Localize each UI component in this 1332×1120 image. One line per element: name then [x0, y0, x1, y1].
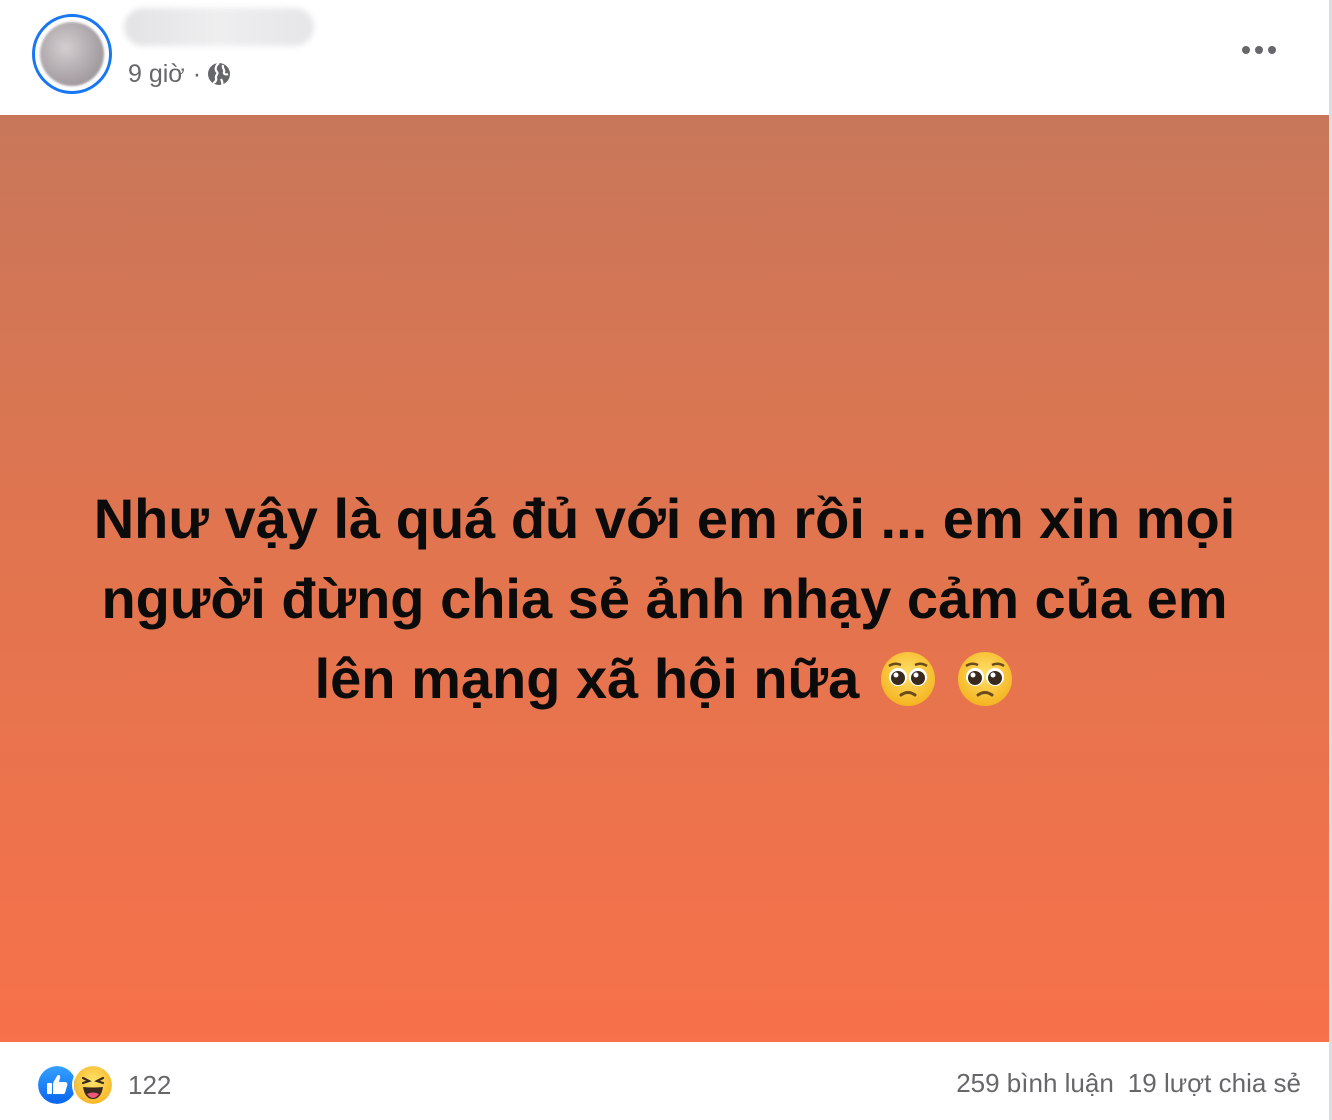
reactions-summary[interactable]: 122: [36, 1064, 171, 1106]
avatar-image-blurred: [40, 22, 104, 86]
post-background: Như vậy là quá đủ với em rồi ... em xin …: [0, 115, 1329, 1042]
meta-separator: ·: [192, 59, 202, 88]
more-options-button[interactable]: [1239, 30, 1279, 70]
pleading-face-icon: [880, 651, 935, 706]
post-footer: 122 259 bình luận 19 lượt chia sẻ: [0, 1042, 1329, 1120]
globe-icon[interactable]: [207, 62, 231, 86]
author-name-blurred[interactable]: [124, 8, 314, 46]
post-meta: 9 giờ ·: [128, 58, 231, 90]
post-header: 9 giờ ·: [0, 0, 1329, 115]
post-text-block: Như vậy là quá đủ với em rồi ... em xin …: [65, 479, 1265, 719]
engagement-stats: 259 bình luận 19 lượt chia sẻ: [956, 1068, 1301, 1099]
facebook-post: 9 giờ · Như vậy là quá đủ với em rồi ...…: [0, 0, 1332, 1120]
more-horizontal-icon: [1242, 46, 1276, 54]
pleading-face-icon: [958, 651, 1013, 706]
post-text: Như vậy là quá đủ với em rồi ... em xin …: [93, 486, 1236, 710]
haha-icon[interactable]: [72, 1064, 114, 1106]
comments-count-link[interactable]: 259 bình luận: [956, 1068, 1114, 1099]
avatar[interactable]: [32, 14, 112, 94]
reaction-count[interactable]: 122: [128, 1070, 171, 1101]
shares-count-link[interactable]: 19 lượt chia sẻ: [1128, 1068, 1301, 1099]
post-time[interactable]: 9 giờ: [128, 60, 185, 89]
